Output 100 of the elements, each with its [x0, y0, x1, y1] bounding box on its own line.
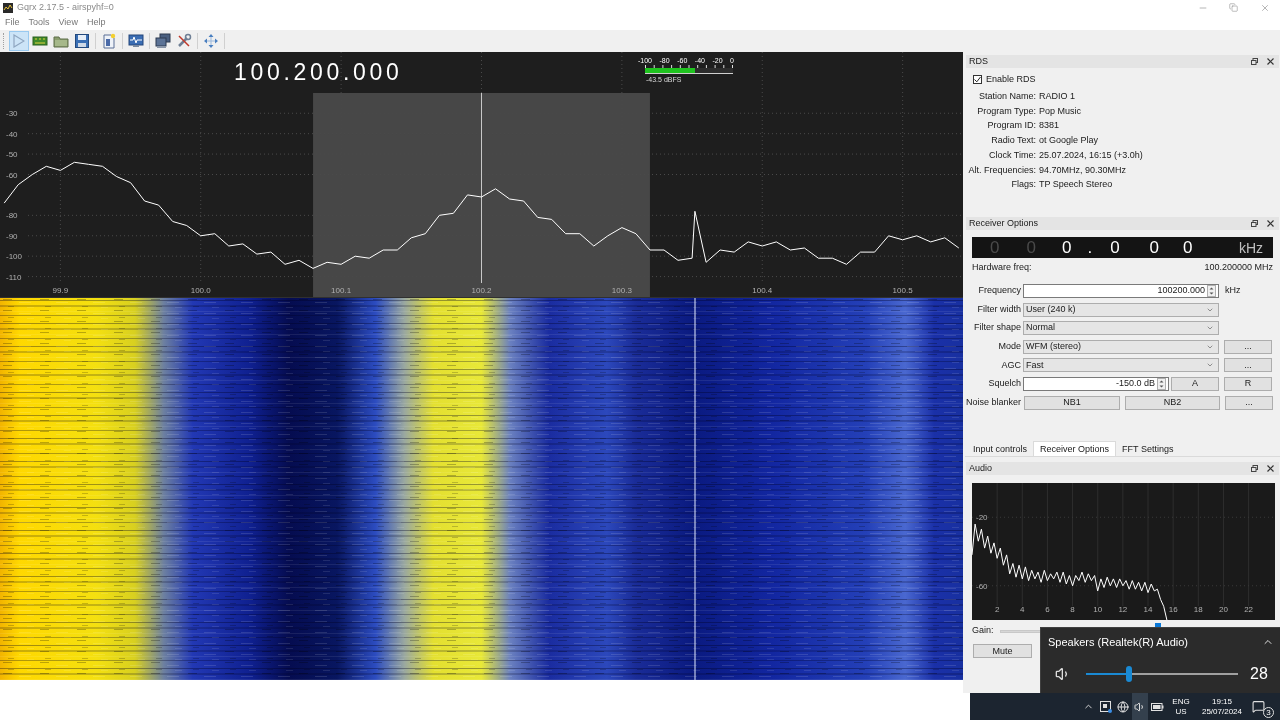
x-axis-label: 8 — [1070, 605, 1075, 614]
x-axis-label: 14 — [1143, 605, 1153, 614]
x-axis-label: 100.2 — [471, 286, 492, 295]
y-axis-label: -20 — [976, 513, 988, 523]
app-tray-icon[interactable] — [1100, 700, 1112, 713]
field-value: 94.70MHz, 90.30MHz — [1039, 163, 1128, 177]
hardware-freq-label: Hardware freq: — [972, 261, 1032, 275]
menu-item[interactable]: Help — [86, 18, 106, 27]
enable-rds-checkbox[interactable] — [973, 75, 982, 84]
x-axis-label: 18 — [1193, 605, 1203, 614]
circuit-board-icon — [32, 33, 48, 49]
frequency-readout[interactable]: 100.200.000 — [234, 59, 403, 85]
menu-item[interactable]: File — [5, 18, 20, 27]
folder-icon — [53, 33, 69, 49]
tools-icon — [176, 33, 192, 49]
option-button[interactable]: NB1 — [1024, 395, 1120, 410]
dock-tab[interactable]: Receiver Options — [1033, 441, 1117, 456]
option-button[interactable]: ... — [1224, 358, 1272, 373]
x-axis-label: 10 — [1093, 605, 1103, 614]
option-button[interactable]: ... — [1224, 339, 1272, 354]
close-icon[interactable] — [1267, 465, 1274, 472]
window-title: Gqrx 2.17.5 - airspyhf=0 — [17, 0, 114, 14]
float-icon[interactable] — [1251, 465, 1258, 472]
close-icon[interactable] — [1267, 220, 1274, 227]
float-icon[interactable] — [1251, 58, 1258, 65]
field-label: Station Name: — [977, 90, 1036, 103]
computer-icon — [155, 33, 171, 49]
offset-digit[interactable]: 0 — [1110, 239, 1120, 256]
menu-item[interactable]: Tools — [28, 18, 50, 27]
volume-slider-thumb[interactable] — [1125, 666, 1132, 683]
field-label: Alt. Frequencies: — [967, 163, 1036, 177]
spin-box-field[interactable]: -150.0 dB — [1023, 376, 1169, 391]
dropdown[interactable]: User (240 k) — [1023, 302, 1219, 317]
app-icon — [3, 2, 13, 13]
field-label: Clock Time: — [988, 148, 1036, 162]
field-value: RADIO 1 — [1039, 90, 1076, 103]
x-axis-label: 100.3 — [611, 286, 632, 295]
dropdown[interactable]: Normal — [1023, 321, 1219, 336]
notification-icon[interactable] — [1252, 700, 1265, 713]
notification-count: 3 — [1263, 706, 1274, 718]
close-icon[interactable] — [1267, 58, 1274, 65]
spin-box-field[interactable]: 100200.000 — [1023, 284, 1219, 298]
monitor-waveform-icon — [128, 33, 144, 49]
field-value: TP Speech Stereo — [1039, 178, 1114, 192]
x-axis-label: 4 — [1020, 605, 1025, 614]
field-label: Program Type: — [976, 104, 1036, 118]
dock-title: Receiver Options — [969, 219, 1039, 228]
x-axis-label: 12 — [1118, 605, 1128, 614]
field-label: Program ID: — [986, 119, 1036, 133]
y-axis-label: -90 — [6, 231, 18, 241]
x-axis-label: 100.4 — [752, 286, 773, 295]
offset-digit[interactable]: 0 — [1061, 239, 1072, 256]
dropdown[interactable]: Fast — [1023, 358, 1219, 373]
volume-tray-button[interactable] — [1132, 693, 1148, 720]
spin-arrows-icon[interactable] — [1157, 377, 1166, 390]
field-label: Radio Text: — [990, 134, 1036, 148]
move-arrows-icon — [203, 33, 219, 49]
field-label: Mode — [997, 340, 1021, 354]
offset-digit[interactable]: 0 — [1149, 239, 1160, 256]
offset-digit[interactable]: 0 — [1183, 239, 1193, 256]
x-axis-label: 100.1 — [331, 286, 352, 295]
y-axis-label: -60 — [6, 170, 18, 180]
field-value: 25.07.2024, 16:15 (+3.0h) — [1039, 148, 1144, 162]
unit-label: kHz — [1225, 284, 1241, 298]
dock-tab[interactable]: FFT Settings — [1116, 442, 1180, 456]
y-axis-label: -80 — [6, 211, 18, 221]
option-button[interactable]: NB2 — [1125, 395, 1220, 410]
region-indicator[interactable]: US — [1175, 706, 1187, 717]
x-axis-label: 100.5 — [892, 286, 913, 295]
option-button[interactable]: ... — [1225, 395, 1273, 410]
clock-time[interactable]: 19:15 — [1212, 696, 1232, 707]
menu-item[interactable]: View — [58, 18, 78, 27]
field-label: Noise blanker — [965, 395, 1021, 409]
float-icon[interactable] — [1251, 220, 1258, 227]
y-axis-label: -50 — [6, 150, 18, 160]
offset-digit[interactable]: . — [1087, 239, 1093, 256]
dropdown[interactable]: WFM (stereo) — [1023, 339, 1219, 354]
x-axis-label: 20 — [1219, 605, 1228, 614]
x-axis-label: 16 — [1168, 605, 1178, 614]
language-indicator[interactable]: ENG — [1172, 696, 1190, 707]
option-button[interactable]: R — [1224, 376, 1272, 391]
play-icon — [13, 34, 25, 48]
dock-tab[interactable]: Input controls — [967, 442, 1034, 456]
dock-title: Audio — [969, 464, 993, 473]
field-label: Frequency — [977, 284, 1021, 298]
battery-icon[interactable] — [1151, 702, 1164, 711]
mute-button[interactable]: Mute — [973, 644, 1032, 658]
toolbar-button[interactable] — [153, 31, 173, 51]
field-label: AGC — [1000, 358, 1021, 372]
field-label: Squelch — [987, 377, 1021, 391]
gain-label: Gain: — [972, 624, 994, 638]
toolbar-button[interactable] — [72, 31, 92, 51]
volume-value: 28 — [1250, 666, 1268, 683]
option-button[interactable]: A — [1171, 376, 1219, 391]
field-value: ot Google Play — [1039, 134, 1100, 148]
clock-date[interactable]: 25/07/2024 — [1201, 706, 1242, 717]
y-axis-label: -30 — [6, 109, 18, 119]
device-name[interactable]: Speakers (Realtek(R) Audio) — [1048, 633, 1188, 651]
y-axis-label: -60 — [976, 581, 988, 591]
globe-icon[interactable] — [1117, 700, 1129, 713]
